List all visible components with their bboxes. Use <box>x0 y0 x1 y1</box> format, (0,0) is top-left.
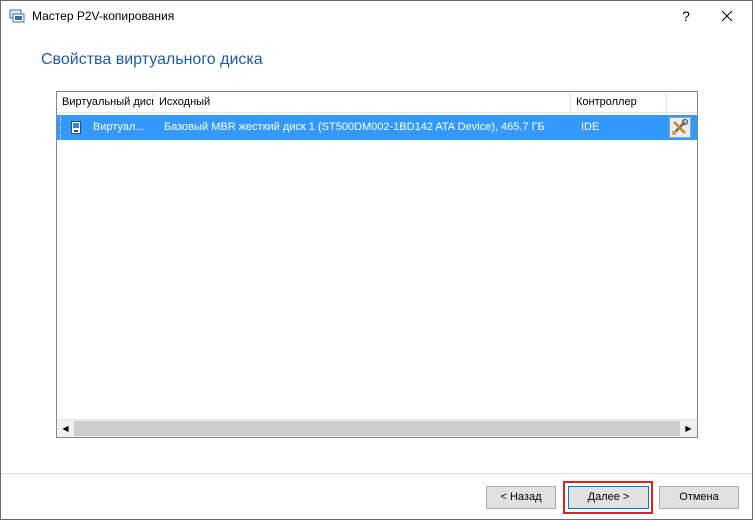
footer-separator <box>1 473 752 474</box>
grid-header: Виртуальный диск Исходный Контроллер <box>57 92 697 113</box>
help-button[interactable]: ? <box>673 5 699 27</box>
p2v-app-icon <box>9 8 25 24</box>
close-button[interactable] <box>707 5 747 27</box>
tools-icon <box>672 118 689 135</box>
column-header-source[interactable]: Исходный <box>154 92 571 112</box>
window-title: Мастер P2V-копирования <box>32 9 175 23</box>
table-row[interactable]: Виртуал... Базовый MBR жесткий диск 1 (S… <box>57 115 697 140</box>
cell-controller: IDE <box>581 121 600 133</box>
next-button-highlight <box>563 481 653 514</box>
cancel-button[interactable]: Отмена <box>659 486 739 509</box>
column-header-virtual-disk[interactable]: Виртуальный диск <box>57 92 154 112</box>
scroll-right-arrow-icon[interactable]: ▶ <box>680 420 697 437</box>
row-focus-indicator <box>60 115 62 140</box>
page-title: Свойства виртуального диска <box>41 51 263 68</box>
horizontal-scrollbar[interactable]: ◀ ▶ <box>57 419 697 437</box>
title-bar: Мастер P2V-копирования ? <box>1 1 752 32</box>
cell-virtual-disk: Виртуал... <box>93 121 145 133</box>
close-icon <box>721 10 733 22</box>
p2v-wizard-window: Мастер P2V-копирования ? Свойства виртуа… <box>0 0 753 520</box>
disk-properties-button[interactable] <box>669 117 691 138</box>
virtual-disk-grid[interactable]: Виртуальный диск Исходный Контроллер Вир… <box>56 91 698 438</box>
virtual-disk-icon <box>71 121 81 134</box>
scroll-left-arrow-icon[interactable]: ◀ <box>57 420 74 437</box>
cell-source: Базовый MBR жесткий диск 1 (ST500DM002-1… <box>164 121 545 133</box>
scrollbar-thumb[interactable] <box>74 421 680 436</box>
column-header-controller[interactable]: Контроллер <box>571 92 667 112</box>
back-button[interactable]: < Назад <box>486 486 556 509</box>
